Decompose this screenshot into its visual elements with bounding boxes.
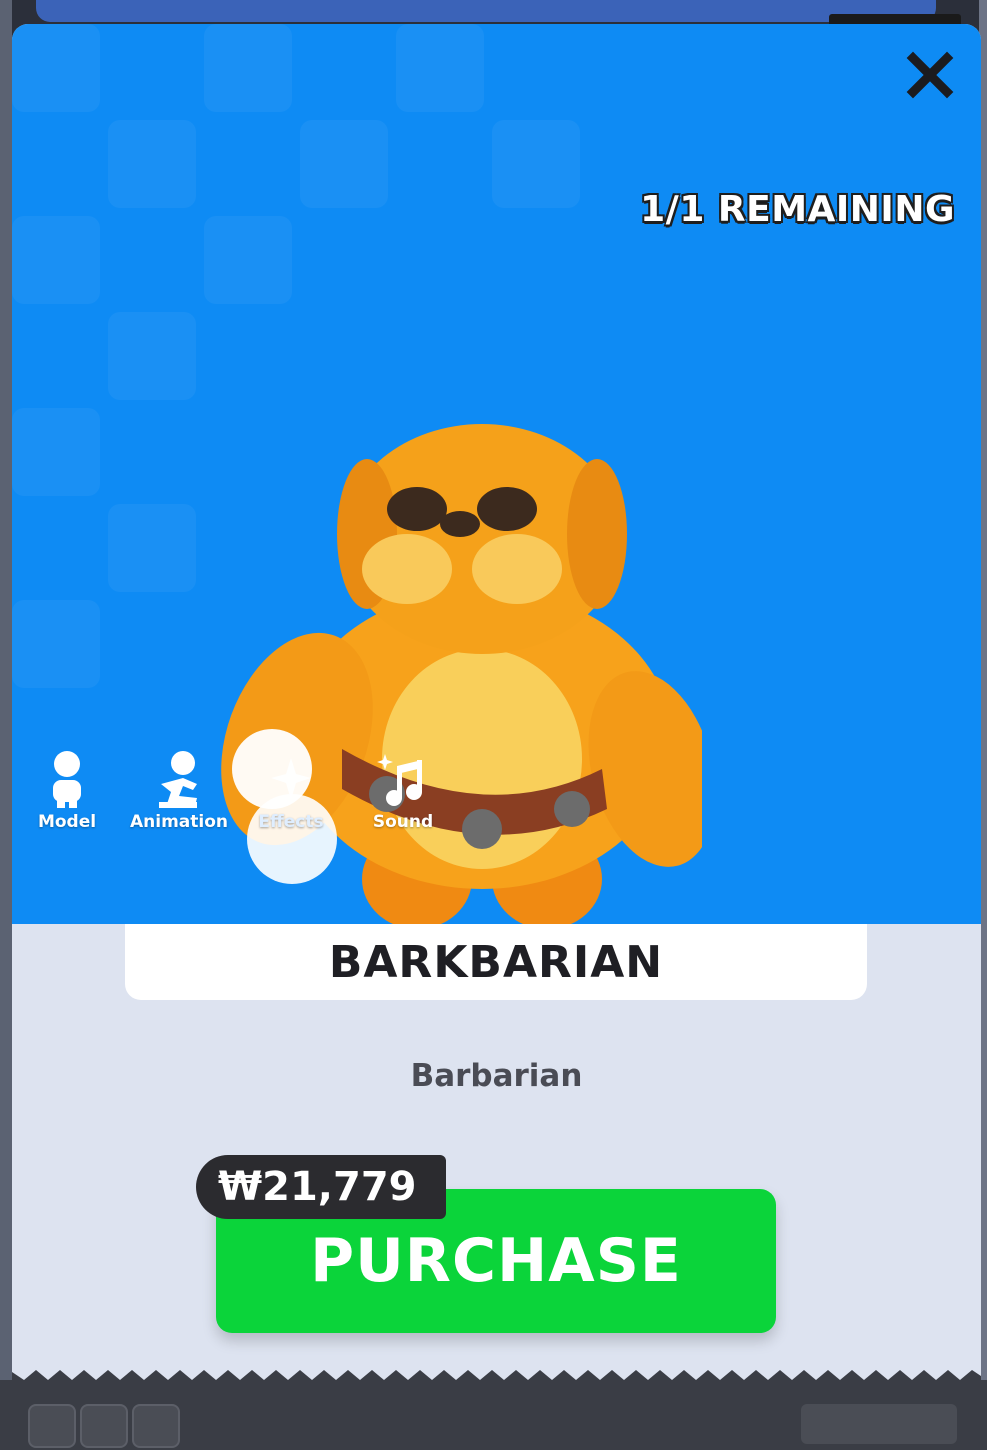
emote-face-icon[interactable] <box>132 1404 180 1448</box>
tab-sound-label: Sound <box>372 812 434 832</box>
close-button[interactable] <box>905 50 955 100</box>
bg-tile <box>492 120 580 208</box>
music-note-icon <box>377 754 422 806</box>
item-category: Barbarian <box>410 1058 583 1094</box>
character-preview-area: 1/1 REMAINING Model Animation Effects So… <box>12 24 981 924</box>
bg-tile <box>108 504 196 592</box>
bg-tile <box>396 24 484 112</box>
item-name: BARKBARIAN <box>328 936 664 988</box>
item-name-card: BARKBARIAN <box>125 924 867 1000</box>
bg-tile <box>12 408 100 496</box>
close-icon <box>906 51 954 99</box>
character-barkbarian-image <box>221 424 702 924</box>
tab-animation-label: Animation <box>129 812 228 832</box>
remaining-count: 1/1 REMAINING <box>640 189 955 230</box>
tab-effects[interactable]: Effects <box>236 750 346 832</box>
tab-animation[interactable]: Animation <box>124 750 234 832</box>
bg-tile <box>12 600 100 688</box>
upgrade-arrows-icon[interactable] <box>80 1404 128 1448</box>
purchase-button-label: PURCHASE <box>310 1226 682 1296</box>
recycle-icon[interactable] <box>28 1404 76 1448</box>
bg-tile <box>108 312 196 400</box>
bg-tile <box>12 216 100 304</box>
sparkle-burst-icon <box>271 758 311 800</box>
background-top-bar <box>36 0 936 22</box>
background-strip-left <box>0 0 12 1450</box>
tab-model[interactable]: Model <box>12 750 122 832</box>
tab-effects-label: Effects <box>258 812 324 832</box>
tab-model-label: Model <box>37 812 97 832</box>
bg-tile <box>108 120 196 208</box>
bg-tile <box>300 120 388 208</box>
bg-tile <box>204 24 292 112</box>
character-shop-modal: 1/1 REMAINING Model Animation Effects So… <box>12 24 981 1450</box>
bg-tile <box>12 24 100 112</box>
running-person-icon <box>159 751 197 808</box>
person-icon <box>53 751 81 808</box>
price-tag: ₩21,779 <box>196 1155 447 1219</box>
barcode-panel <box>801 1404 957 1444</box>
price-value: ₩21,779 <box>218 1164 417 1210</box>
tab-sound[interactable]: Sound <box>348 750 458 832</box>
bg-tile <box>204 216 292 304</box>
